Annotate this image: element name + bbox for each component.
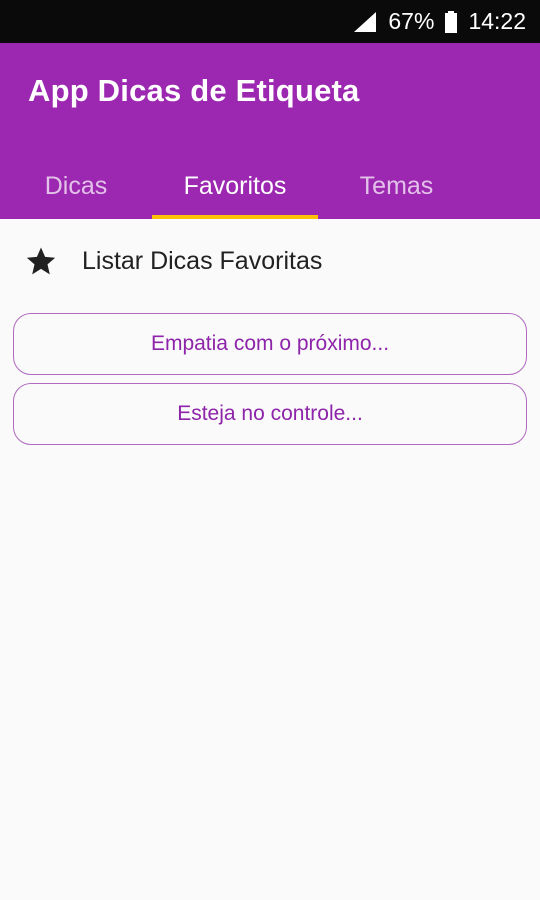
tab-dicas[interactable]: Dicas <box>0 153 152 219</box>
star-icon <box>23 243 59 279</box>
signal-icon <box>352 10 378 34</box>
tab-bar: Dicas Favoritos Temas <box>0 153 475 219</box>
favorite-tip-button[interactable]: Empatia com o próximo... <box>13 313 527 375</box>
app-bar: App Dicas de Etiqueta Dicas Favoritos Te… <box>0 43 540 219</box>
tab-label: Favoritos <box>183 171 287 200</box>
favorites-header-label: Listar Dicas Favoritas <box>82 246 323 275</box>
battery-percent: 67% <box>388 8 435 34</box>
battery-icon <box>444 10 458 34</box>
app-title: App Dicas de Etiqueta <box>28 73 360 108</box>
tab-label: Dicas <box>44 171 108 200</box>
tab-favoritos[interactable]: Favoritos <box>152 153 318 219</box>
tab-temas[interactable]: Temas <box>318 153 475 219</box>
tab-label: Temas <box>359 171 434 200</box>
clock-time: 14:22 <box>468 8 526 34</box>
favorite-tip-button[interactable]: Esteja no controle... <box>13 383 527 445</box>
favorites-header-tile: Listar Dicas Favoritas <box>0 219 540 303</box>
status-bar: 67% 14:22 <box>0 0 540 43</box>
